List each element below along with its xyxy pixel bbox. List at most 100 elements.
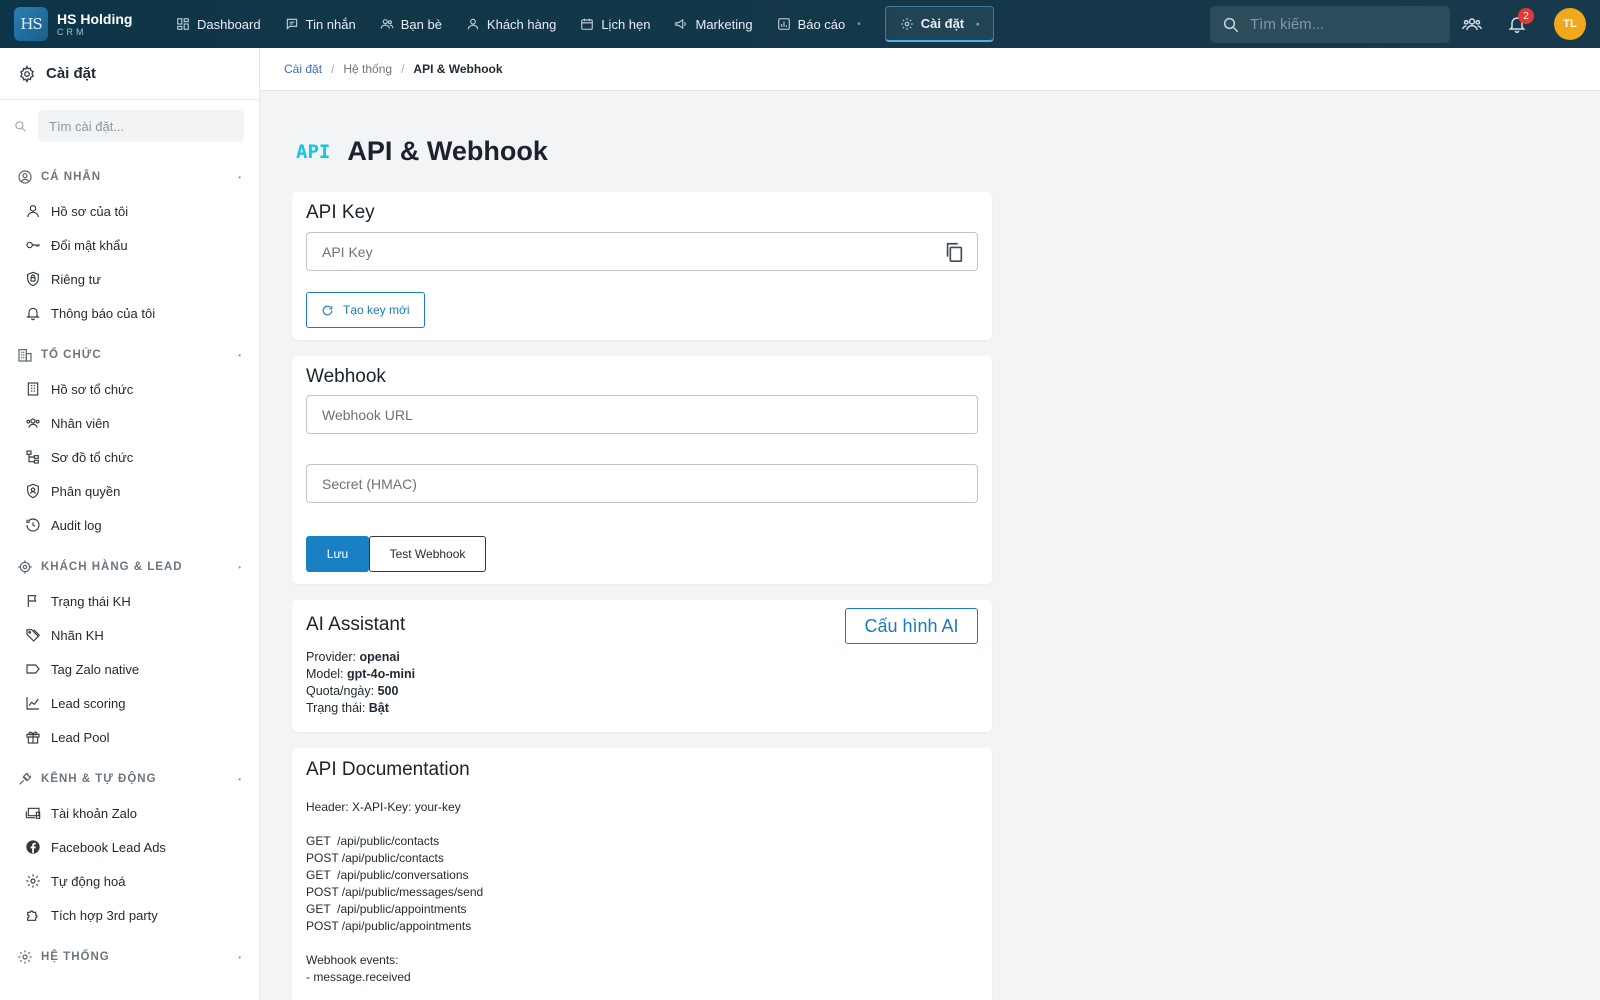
breadcrumb-settings[interactable]: Cài đặt: [284, 62, 322, 76]
friends-icon: [380, 19, 394, 29]
sidebar-item-zalo-accounts[interactable]: Tài khoản Zalo: [0, 796, 259, 830]
gear-icon: [900, 17, 913, 30]
settings-sidebar: Cài đặt CÁ NHÂN • Hồ sơ của tôi Đổi mật …: [0, 48, 260, 1000]
avatar[interactable]: TL: [1554, 8, 1586, 40]
ai-assistant-card: AI Assistant Cấu hình AI Provider: opena…: [292, 600, 992, 732]
webhook-url-input[interactable]: [307, 396, 977, 433]
sidebar-item-employees[interactable]: Nhân viên: [0, 406, 259, 440]
sidebar-section-header[interactable]: TỔ CHỨC •: [0, 338, 259, 372]
notifications-button[interactable]: 2: [1505, 8, 1534, 36]
sidebar-header: Cài đặt: [0, 48, 259, 100]
nav-dashboard[interactable]: Dashboard: [164, 6, 273, 42]
main-nav: Dashboard Tin nhắn Bạn bè Khách hàng Lịc…: [164, 0, 995, 48]
page-heading: API & Webhook: [347, 136, 548, 166]
sidebar-item-lead-scoring[interactable]: Lead scoring: [0, 686, 259, 720]
sidebar-item-facebook-lead-ads[interactable]: Facebook Lead Ads: [0, 830, 259, 864]
chevron-icon: •: [238, 562, 241, 572]
nav-appointments[interactable]: Lịch hẹn: [568, 6, 662, 42]
brand-subtitle: CRM: [57, 26, 87, 37]
breadcrumb-system[interactable]: Hệ thống: [343, 62, 392, 76]
webhook-card: Webhook Lưu Test Webhook: [292, 356, 992, 584]
doc-line: POST /api/public/appointments: [306, 919, 472, 933]
sidebar-item-zalo-tags[interactable]: Tag Zalo native: [0, 652, 259, 686]
brand[interactable]: HS HS Holding CRM: [14, 7, 164, 41]
breadcrumb-separator: /: [401, 62, 405, 76]
sidebar-item-customer-status[interactable]: Trạng thái KH: [0, 584, 259, 618]
doc-line: GET /api/public/conversations: [306, 868, 469, 882]
person-icon: [27, 205, 39, 218]
nav-marketing[interactable]: Marketing: [662, 6, 764, 42]
sidebar-section-header[interactable]: KHÁCH HÀNG & LEAD •: [0, 550, 259, 584]
devices-icon: [25, 807, 41, 819]
shield-user-icon: [27, 483, 39, 499]
history-icon: [26, 518, 40, 532]
copy-button[interactable]: [943, 241, 965, 263]
team-icon: [1462, 18, 1482, 30]
sidebar-title: Cài đặt: [46, 65, 97, 82]
doc-line: POST /api/public/messages/send: [306, 885, 484, 899]
sidebar-section-header[interactable]: CÁ NHÂN •: [0, 160, 259, 194]
facebook-icon: [26, 840, 40, 854]
save-button[interactable]: Lưu: [306, 536, 369, 572]
sidebar-section-organization: TỔ CHỨC • Hồ sơ tổ chức Nhân viên Sơ đồ …: [0, 338, 259, 542]
refresh-icon: [322, 305, 333, 315]
nav-reports[interactable]: Báo cáo: [765, 6, 858, 42]
settings-search-input[interactable]: [38, 110, 244, 142]
sidebar-item-permissions[interactable]: Phân quyền: [0, 474, 259, 508]
nav-settings[interactable]: Cài đặt •: [884, 6, 995, 42]
sidebar-item-my-notifications[interactable]: Thông báo của tôi: [0, 296, 259, 330]
calendar-icon: [581, 18, 594, 30]
puzzle-icon: [27, 910, 38, 921]
chevron-down-icon: •: [976, 18, 980, 29]
ai-assistant-title: AI Assistant: [306, 614, 406, 635]
tags-icon: [26, 629, 41, 642]
gear-icon: [26, 874, 40, 888]
main-content: Cài đặt / Hệ thống / API & Webhook API A…: [260, 48, 1600, 1000]
sidebar-item-org-chart[interactable]: Sơ đồ tổ chức: [0, 440, 259, 474]
nav-friends[interactable]: Bạn bè: [368, 6, 454, 42]
top-navbar: HS HS Holding CRM Dashboard Tin nhắn Bạn…: [0, 0, 1600, 48]
bell-icon: [26, 307, 40, 321]
webhook-secret-field: [306, 464, 978, 503]
regenerate-key-button[interactable]: Tạo key mới: [306, 292, 425, 328]
sidebar-item-change-password[interactable]: Đổi mật khẩu: [0, 228, 259, 262]
webhook-secret-input[interactable]: [307, 465, 977, 502]
test-webhook-button[interactable]: Test Webhook: [369, 536, 486, 572]
doc-line: GET /api/public/contacts: [306, 834, 440, 848]
sidebar-item-privacy[interactable]: Riêng tư: [0, 262, 259, 296]
doc-line: Header: X-API-Key: your-key: [306, 800, 461, 814]
api-docs-card: API Documentation Header: X-API-Key: you…: [292, 748, 992, 1000]
sidebar-section-channels-automation: KÊNH & TỰ ĐỘNG • Tài khoản Zalo Facebook…: [0, 762, 259, 932]
chevron-icon: •: [238, 952, 241, 962]
sidebar-item-lead-pool[interactable]: Lead Pool: [0, 720, 259, 754]
global-search-input[interactable]: [1250, 16, 1440, 33]
configure-ai-button[interactable]: Cấu hình AI: [845, 608, 978, 644]
chevron-icon: •: [238, 172, 241, 182]
sidebar-item-audit-log[interactable]: Audit log: [0, 508, 259, 542]
nav-messages[interactable]: Tin nhắn: [273, 6, 368, 42]
sidebar-section-header[interactable]: KÊNH & TỰ ĐỘNG •: [0, 762, 259, 796]
api-icon: API: [296, 140, 331, 163]
sidebar-item-automation[interactable]: Tự động hoá: [0, 864, 259, 898]
breadcrumb-current: API & Webhook: [413, 62, 503, 76]
team-button[interactable]: [1460, 12, 1484, 36]
breadcrumb-separator: /: [331, 62, 335, 76]
copy-icon: [946, 242, 963, 262]
sidebar-search: [0, 100, 259, 152]
sidebar-section-personal: CÁ NHÂN • Hồ sơ của tôi Đổi mật khẩu Riê…: [0, 160, 259, 330]
nav-more-dot: •: [857, 18, 861, 30]
sidebar-item-customer-labels[interactable]: Nhãn KH: [0, 618, 259, 652]
notification-badge: 2: [1518, 8, 1534, 24]
page-title: API API & Webhook: [296, 136, 548, 167]
label-icon: [26, 664, 40, 674]
sidebar-item-3rd-party[interactable]: Tích hợp 3rd party: [0, 898, 259, 932]
nav-customers[interactable]: Khách hàng: [454, 6, 568, 42]
sidebar-item-org-profile[interactable]: Hồ sơ tổ chức: [0, 372, 259, 406]
message-icon: [286, 18, 297, 30]
sidebar-item-my-profile[interactable]: Hồ sơ của tôi: [0, 194, 259, 228]
megaphone-icon: [675, 18, 687, 30]
api-key-input[interactable]: [307, 233, 977, 270]
sidebar-section-header[interactable]: HỆ THỐNG •: [0, 940, 259, 974]
api-docs-title: API Documentation: [306, 759, 470, 780]
global-search[interactable]: [1210, 6, 1450, 43]
